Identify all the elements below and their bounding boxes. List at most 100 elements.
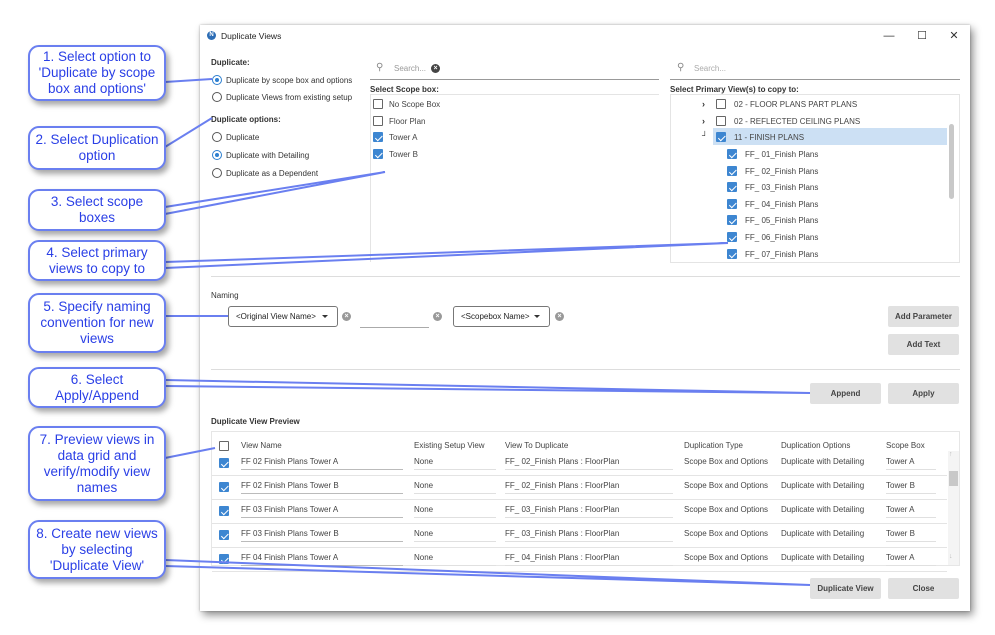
cell-scope-box: Tower B xyxy=(886,481,936,494)
checkbox[interactable] xyxy=(727,182,737,192)
table-row[interactable]: FF 03 Finish Plans Tower A None FF_ 03_Fin… xyxy=(212,500,947,524)
apply-button[interactable]: Apply xyxy=(888,383,959,404)
checkbox[interactable] xyxy=(727,249,737,259)
child-label: FF_ 01_Finish Plans xyxy=(745,150,819,159)
radio-button[interactable] xyxy=(212,132,222,142)
grid-scrollbar[interactable]: ↑ ↓ xyxy=(948,451,959,565)
child-label: FF_ 06_Finish Plans xyxy=(745,233,819,242)
radio-button[interactable] xyxy=(212,168,222,178)
cell-type: Scope Box and Options xyxy=(684,553,769,562)
checkbox[interactable] xyxy=(716,116,726,126)
title-bar: N Duplicate Views — ☐ ✕ xyxy=(200,25,970,47)
original-view-name-combo[interactable]: <Original View Name> xyxy=(228,306,338,327)
checkbox[interactable] xyxy=(716,99,726,109)
search-placeholder[interactable]: Search... xyxy=(694,64,726,73)
checkbox[interactable] xyxy=(727,232,737,242)
naming-label: Naming xyxy=(211,291,239,300)
cell-options: Duplicate with Detailing xyxy=(781,553,865,562)
expand-chevron-icon[interactable]: › xyxy=(702,116,705,126)
remove-text-icon[interactable]: × xyxy=(433,312,442,321)
group-label: 11 - FINISH PLANS xyxy=(734,133,805,142)
child-label: FF_ 03_Finish Plans xyxy=(745,183,819,192)
cell-existing: None xyxy=(414,505,496,518)
row-checkbox[interactable] xyxy=(219,482,229,492)
checkbox[interactable] xyxy=(727,215,737,225)
table-row[interactable]: FF 02 Finish Plans Tower A None FF_ 02_Fin… xyxy=(212,452,947,476)
column-header-view-name[interactable]: View Name xyxy=(241,441,282,450)
table-row[interactable]: FF 03 Finish Plans Tower B None FF_ 03_Fin… xyxy=(212,524,947,548)
column-header-scope-box[interactable]: Scope Box xyxy=(886,441,925,450)
radio-button[interactable] xyxy=(212,75,222,85)
cell-to-duplicate: FF_ 02_Finish Plans : FloorPlan xyxy=(505,481,673,494)
add-parameter-button[interactable]: Add Parameter xyxy=(888,306,959,327)
item-label: Tower B xyxy=(389,150,418,159)
checkbox[interactable] xyxy=(727,166,737,176)
row-checkbox[interactable] xyxy=(219,554,229,564)
cell-view-name[interactable]: FF 04 Finish Plans Tower A xyxy=(241,553,403,566)
checkbox[interactable] xyxy=(373,99,383,109)
table-row[interactable]: FF 02 Finish Plans Tower B None FF_ 02_Fin… xyxy=(212,476,947,500)
maximize-button[interactable]: ☐ xyxy=(909,28,935,44)
tree-scrollbar-thumb[interactable] xyxy=(949,124,954,199)
cell-options: Duplicate with Detailing xyxy=(781,505,865,514)
clear-search-icon[interactable]: × xyxy=(431,64,440,73)
column-header-duplication-type[interactable]: Duplication Type xyxy=(684,441,743,450)
cell-view-name[interactable]: FF 02 Finish Plans Tower A xyxy=(241,457,403,470)
collapse-chevron-icon[interactable]: ┘ xyxy=(702,131,708,140)
radio-button[interactable] xyxy=(212,92,222,102)
search-underline xyxy=(670,79,960,80)
checkbox[interactable] xyxy=(716,132,726,142)
remove-combo1-icon[interactable]: × xyxy=(342,312,351,321)
cell-type: Scope Box and Options xyxy=(684,481,769,490)
cell-view-name[interactable]: FF 03 Finish Plans Tower A xyxy=(241,505,403,518)
cell-to-duplicate: FF_ 02_Finish Plans : FloorPlan xyxy=(505,457,673,470)
checkbox[interactable] xyxy=(727,199,737,209)
scroll-up-arrow-icon[interactable]: ↑ xyxy=(949,451,953,458)
duplicate-view-button[interactable]: Duplicate View xyxy=(810,578,881,599)
cell-type: Scope Box and Options xyxy=(684,529,769,538)
remove-combo2-icon[interactable]: × xyxy=(555,312,564,321)
scroll-down-arrow-icon[interactable]: ↓ xyxy=(949,553,953,560)
expand-chevron-icon[interactable]: › xyxy=(702,99,705,109)
table-row[interactable]: FF 04 Finish Plans Tower A None FF_ 04_Fin… xyxy=(212,548,947,572)
scopebox-name-combo[interactable]: <Scopebox Name> xyxy=(453,306,550,327)
preview-data-grid: View Name Existing Setup View View To Du… xyxy=(211,431,960,572)
append-button[interactable]: Append xyxy=(810,383,881,404)
radio-label: Duplicate Views from existing setup xyxy=(226,93,353,102)
callout-step-1: 1. Select option to 'Duplicate by scope … xyxy=(28,45,166,101)
naming-text-input[interactable] xyxy=(360,327,429,328)
item-label: No Scope Box xyxy=(389,100,441,109)
checkbox[interactable] xyxy=(727,149,737,159)
row-checkbox[interactable] xyxy=(219,458,229,468)
checkbox[interactable] xyxy=(373,116,383,126)
column-header-duplication-options[interactable]: Duplication Options xyxy=(781,441,850,450)
search-icon: ⚲ xyxy=(376,62,384,73)
close-window-button[interactable]: ✕ xyxy=(941,28,967,44)
row-checkbox[interactable] xyxy=(219,506,229,516)
item-label: Tower A xyxy=(389,133,418,142)
cell-existing: None xyxy=(414,481,496,494)
child-label: FF_ 05_Finish Plans xyxy=(745,216,819,225)
cell-to-duplicate: FF_ 03_Finish Plans : FloorPlan xyxy=(505,505,673,518)
cell-scope-box: Tower A xyxy=(886,505,936,518)
radio-button[interactable] xyxy=(212,150,222,160)
search-placeholder[interactable]: Search... xyxy=(394,64,426,73)
add-text-button[interactable]: Add Text xyxy=(888,334,959,355)
row-checkbox[interactable] xyxy=(219,530,229,540)
callout-step-3: 3. Select scope boxes xyxy=(28,189,166,231)
cell-existing: None xyxy=(414,457,496,470)
minimize-button[interactable]: — xyxy=(876,28,902,44)
divider xyxy=(211,369,960,370)
close-button[interactable]: Close xyxy=(888,578,959,599)
cell-view-name[interactable]: FF 02 Finish Plans Tower B xyxy=(241,481,403,494)
combo-value: <Original View Name> xyxy=(236,312,316,321)
column-header-view-to-duplicate[interactable]: View To Duplicate xyxy=(505,441,568,450)
select-all-checkbox[interactable] xyxy=(219,441,229,451)
checkbox[interactable] xyxy=(373,149,383,159)
cell-to-duplicate: FF_ 03_Finish Plans : FloorPlan xyxy=(505,529,673,542)
checkbox[interactable] xyxy=(373,132,383,142)
callout-step-5: 5. Specify naming convention for new vie… xyxy=(28,293,166,353)
cell-view-name[interactable]: FF 03 Finish Plans Tower B xyxy=(241,529,403,542)
grid-scrollbar-thumb[interactable] xyxy=(949,471,958,486)
column-header-existing-setup[interactable]: Existing Setup View xyxy=(414,441,485,450)
